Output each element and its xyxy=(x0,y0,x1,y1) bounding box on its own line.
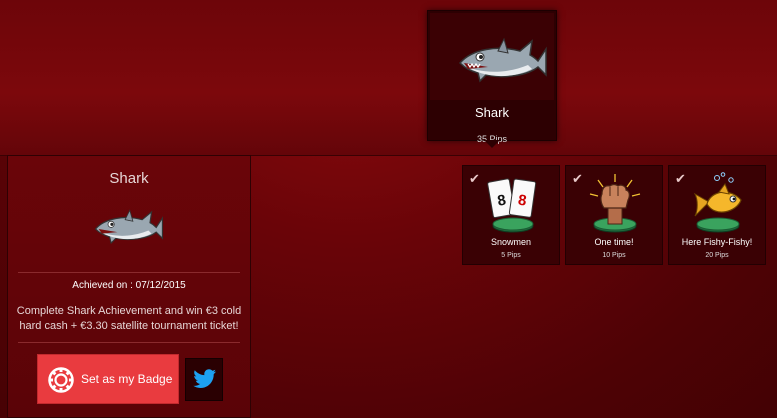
tile-name: Here Fishy-Fishy! xyxy=(681,237,753,247)
pointer-arrow xyxy=(484,140,500,148)
poker-chip-icon xyxy=(48,367,74,393)
tile-pips: 5 Pips xyxy=(501,252,521,259)
twitter-icon xyxy=(193,369,216,388)
tile-name: Snowmen xyxy=(490,237,532,247)
achievement-detail-panel: Shark Achieved on : 07/12/2015 Complete … xyxy=(7,155,251,418)
set-badge-label: Set as my Badge xyxy=(81,372,173,386)
cards-icon: 8 8 xyxy=(487,178,537,233)
fist-icon xyxy=(589,174,641,233)
check-icon: ✔ xyxy=(469,171,480,186)
detail-title: Shark xyxy=(109,170,149,187)
check-icon: ✔ xyxy=(572,171,583,186)
achievement-tile-one-time[interactable]: ✔ One time! 10 Pips xyxy=(565,165,663,265)
twitter-share-button[interactable] xyxy=(185,358,223,401)
shark-image xyxy=(430,13,554,100)
featured-achievement-card[interactable]: ✔ Shark 35 Pips xyxy=(427,10,557,148)
top-band xyxy=(0,0,777,155)
divider xyxy=(18,342,240,343)
achievement-tile-here-fishy-fishy[interactable]: ✔ Here Fishy-Fishy! 20 Pips xyxy=(668,165,766,265)
featured-title: Shark xyxy=(475,105,509,120)
tile-pips: 10 Pips xyxy=(602,252,626,259)
tile-name: One time! xyxy=(594,237,634,247)
achievement-description: Complete Shark Achievement and win €3 co… xyxy=(16,305,242,332)
shark-icon xyxy=(94,209,164,245)
achievement-tile-snowmen[interactable]: ✔ 8 8 Snowmen 5 Pips xyxy=(462,165,560,265)
check-icon: ✔ xyxy=(675,171,686,186)
tile-pips: 20 Pips xyxy=(705,252,729,259)
divider xyxy=(18,272,240,273)
achieved-date: Achieved on : 07/12/2015 xyxy=(72,280,186,291)
goldfish-icon xyxy=(693,172,742,233)
set-badge-button[interactable]: Set as my Badge xyxy=(37,354,179,404)
